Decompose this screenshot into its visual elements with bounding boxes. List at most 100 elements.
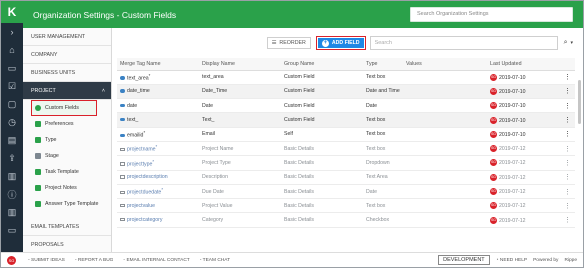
task-icon[interactable]: ☑ xyxy=(1,77,23,95)
reorder-button[interactable]: ☰ REORDER xyxy=(266,37,311,49)
more-vertical-icon[interactable]: ⋮ xyxy=(557,70,575,85)
arrow-right-icon[interactable]: › xyxy=(1,23,23,41)
project-label: PROJECT xyxy=(31,88,56,94)
display-name-cell: Date_Time xyxy=(199,84,281,100)
add-field-button[interactable]: + ADD FIELD xyxy=(315,36,366,50)
table-row[interactable]: date Date Custom Field Date SG 2019-07-10 ⋮ xyxy=(117,98,575,114)
type-cell: Text box xyxy=(363,141,403,157)
chat-icon[interactable]: ▢ xyxy=(1,95,23,113)
sidebar-section-project[interactable]: PROJECT ˄ xyxy=(23,82,111,100)
sidebar-item-icon xyxy=(35,201,41,207)
merge-tag-name: text_area xyxy=(127,75,149,82)
more-vertical-icon[interactable]: ⋮ xyxy=(557,84,575,100)
sidebar-section[interactable]: USER MANAGEMENT xyxy=(23,28,111,46)
home-icon[interactable]: ⌂ xyxy=(1,41,23,59)
more-vertical-icon[interactable]: ⋮ xyxy=(557,212,575,228)
last-updated-cell: SG 2019-07-12 xyxy=(487,141,557,157)
values-cell xyxy=(403,212,487,228)
merge-tag-cell: text_ xyxy=(117,112,199,128)
cloud-icon xyxy=(120,117,125,122)
sidebar-item[interactable]: Stage xyxy=(23,148,111,164)
table-row[interactable]: projectname* Project Name Basic Details Tex… xyxy=(117,141,575,157)
column-header[interactable]: Merge Tag Name xyxy=(117,58,199,71)
user-avatar[interactable]: SG xyxy=(7,255,16,265)
column-header[interactable]: Last Updated xyxy=(487,58,557,71)
timesheet-icon[interactable]: ◷ xyxy=(1,113,23,131)
sidebar-item-icon xyxy=(35,153,41,159)
chevron-up-icon: ˄ xyxy=(101,88,105,94)
sidebar-item[interactable]: Type xyxy=(23,132,111,148)
merge-tag-cell: text_area* xyxy=(117,70,199,85)
more-vertical-icon[interactable]: ⋮ xyxy=(557,155,575,171)
column-header[interactable]: Type xyxy=(363,58,403,71)
updated-date: 2019-07-10 xyxy=(499,103,526,110)
last-updated-cell: SG 2019-07-10 xyxy=(487,98,557,114)
footer-link[interactable]: ◦ TEAM CHAT xyxy=(200,258,230,263)
toolbar: ☰ REORDER + ADD FIELD Search ⌕ ▾ xyxy=(113,28,583,58)
laptop-icon xyxy=(120,203,125,208)
sidebar-item[interactable]: Task Template xyxy=(23,164,111,180)
footer-link[interactable]: ◦ SUBMIT IDEAS xyxy=(28,258,65,263)
report-icon[interactable]: ▥ xyxy=(1,167,23,185)
type-cell: Text box xyxy=(363,112,403,128)
type-cell: Date xyxy=(363,184,403,200)
group-name-cell: Basic Details xyxy=(281,198,363,214)
sidebar-item[interactable]: Project Notes xyxy=(23,180,111,196)
column-header[interactable]: Values xyxy=(403,58,487,71)
footer-link[interactable]: ◦ EMAIL INTERNAL CONTACT xyxy=(123,258,189,263)
sidebar-item-label: Answer Type Template xyxy=(45,201,99,207)
field-search-input[interactable]: Search xyxy=(369,36,558,50)
table-row[interactable]: projectduedate* Due Date Basic Details Date… xyxy=(117,184,575,200)
display-name-cell: Date xyxy=(199,98,281,114)
sidebar-item[interactable]: Custom Fields xyxy=(31,100,97,116)
sidebar-item[interactable]: Answer Type Template xyxy=(23,196,111,212)
document-icon[interactable]: ▤ xyxy=(1,131,23,149)
table-scrollbar[interactable] xyxy=(578,80,581,124)
folder-icon[interactable]: ▭ xyxy=(1,221,23,239)
app-rail: K › ⌂ ▭ ☑ ▢ ◷ ▤ ⇪ ▥ ⓘ ▥ ▭ xyxy=(1,1,23,252)
app-logo[interactable]: K xyxy=(1,1,23,23)
merge-tag-cell: projecttype* xyxy=(117,155,199,171)
header-bar: Organization Settings - Custom Fields Se… xyxy=(23,1,583,28)
table-row[interactable]: projectvalue Project Value Basic Details Te… xyxy=(117,198,575,214)
more-vertical-icon[interactable]: ⋮ xyxy=(557,170,575,185)
need-help-link[interactable]: ◔ NEED HELP xyxy=(496,258,527,263)
required-marker: * xyxy=(152,158,155,164)
merge-tag-cell: emailid* xyxy=(117,127,199,142)
table-row[interactable]: text_area* text_area Custom Field Text box S… xyxy=(117,70,575,85)
column-header[interactable]: Group Name xyxy=(281,58,363,71)
sidebar-section[interactable]: COMPANY xyxy=(23,46,111,64)
more-vertical-icon[interactable]: ⋮ xyxy=(557,184,575,200)
footer-link-label: REPORT A BUG xyxy=(77,257,114,263)
report-icon[interactable]: ▥ xyxy=(1,203,23,221)
export-icon[interactable]: ⇪ xyxy=(1,149,23,167)
table-row[interactable]: projectcategory Category Basic Details Chec… xyxy=(117,212,575,228)
table-row[interactable]: projectdescription Description Basic Detai… xyxy=(117,170,575,185)
merge-tag-name: projecttype xyxy=(127,161,153,168)
more-vertical-icon[interactable]: ⋮ xyxy=(557,98,575,114)
more-vertical-icon[interactable]: ⋮ xyxy=(557,112,575,128)
folder-icon[interactable]: ▭ xyxy=(1,59,23,77)
column-header[interactable]: Display Name xyxy=(199,58,281,71)
table-row[interactable]: projecttype* Project Type Basic Details Dro… xyxy=(117,155,575,171)
sidebar-section[interactable]: BUSINESS UNITS xyxy=(23,64,111,82)
updated-date: 2019-07-12 xyxy=(499,174,526,181)
chevron-down-icon[interactable]: ▾ xyxy=(570,40,573,46)
table-row[interactable]: text_ Text_ Custom Field Text box SG 2019-07-… xyxy=(117,112,575,128)
sidebar-section[interactable]: EMAIL TEMPLATES xyxy=(23,218,111,236)
sidebar-item[interactable]: Preferences xyxy=(23,116,111,132)
avatar: SG xyxy=(490,102,497,110)
values-cell xyxy=(403,155,487,171)
footer-link[interactable]: ◦ REPORT A BUG xyxy=(75,258,114,263)
laptop-icon xyxy=(120,162,125,166)
search-icon[interactable]: ⌕ xyxy=(564,39,568,47)
more-vertical-icon[interactable]: ⋮ xyxy=(557,198,575,214)
more-vertical-icon[interactable]: ⋮ xyxy=(557,127,575,142)
org-settings-search-input[interactable]: Search Organization Settings xyxy=(410,7,573,22)
group-name-cell: Basic Details xyxy=(281,141,363,157)
more-vertical-icon[interactable]: ⋮ xyxy=(557,141,575,157)
merge-tag-cell: projectname* xyxy=(117,141,199,157)
table-row[interactable]: emailid* Email Self Text box SG 2019-07-10 ⋮ xyxy=(117,127,575,142)
help-icon[interactable]: ⓘ xyxy=(1,185,23,203)
table-row[interactable]: date_time Date_Time Custom Field Date and T… xyxy=(117,84,575,100)
